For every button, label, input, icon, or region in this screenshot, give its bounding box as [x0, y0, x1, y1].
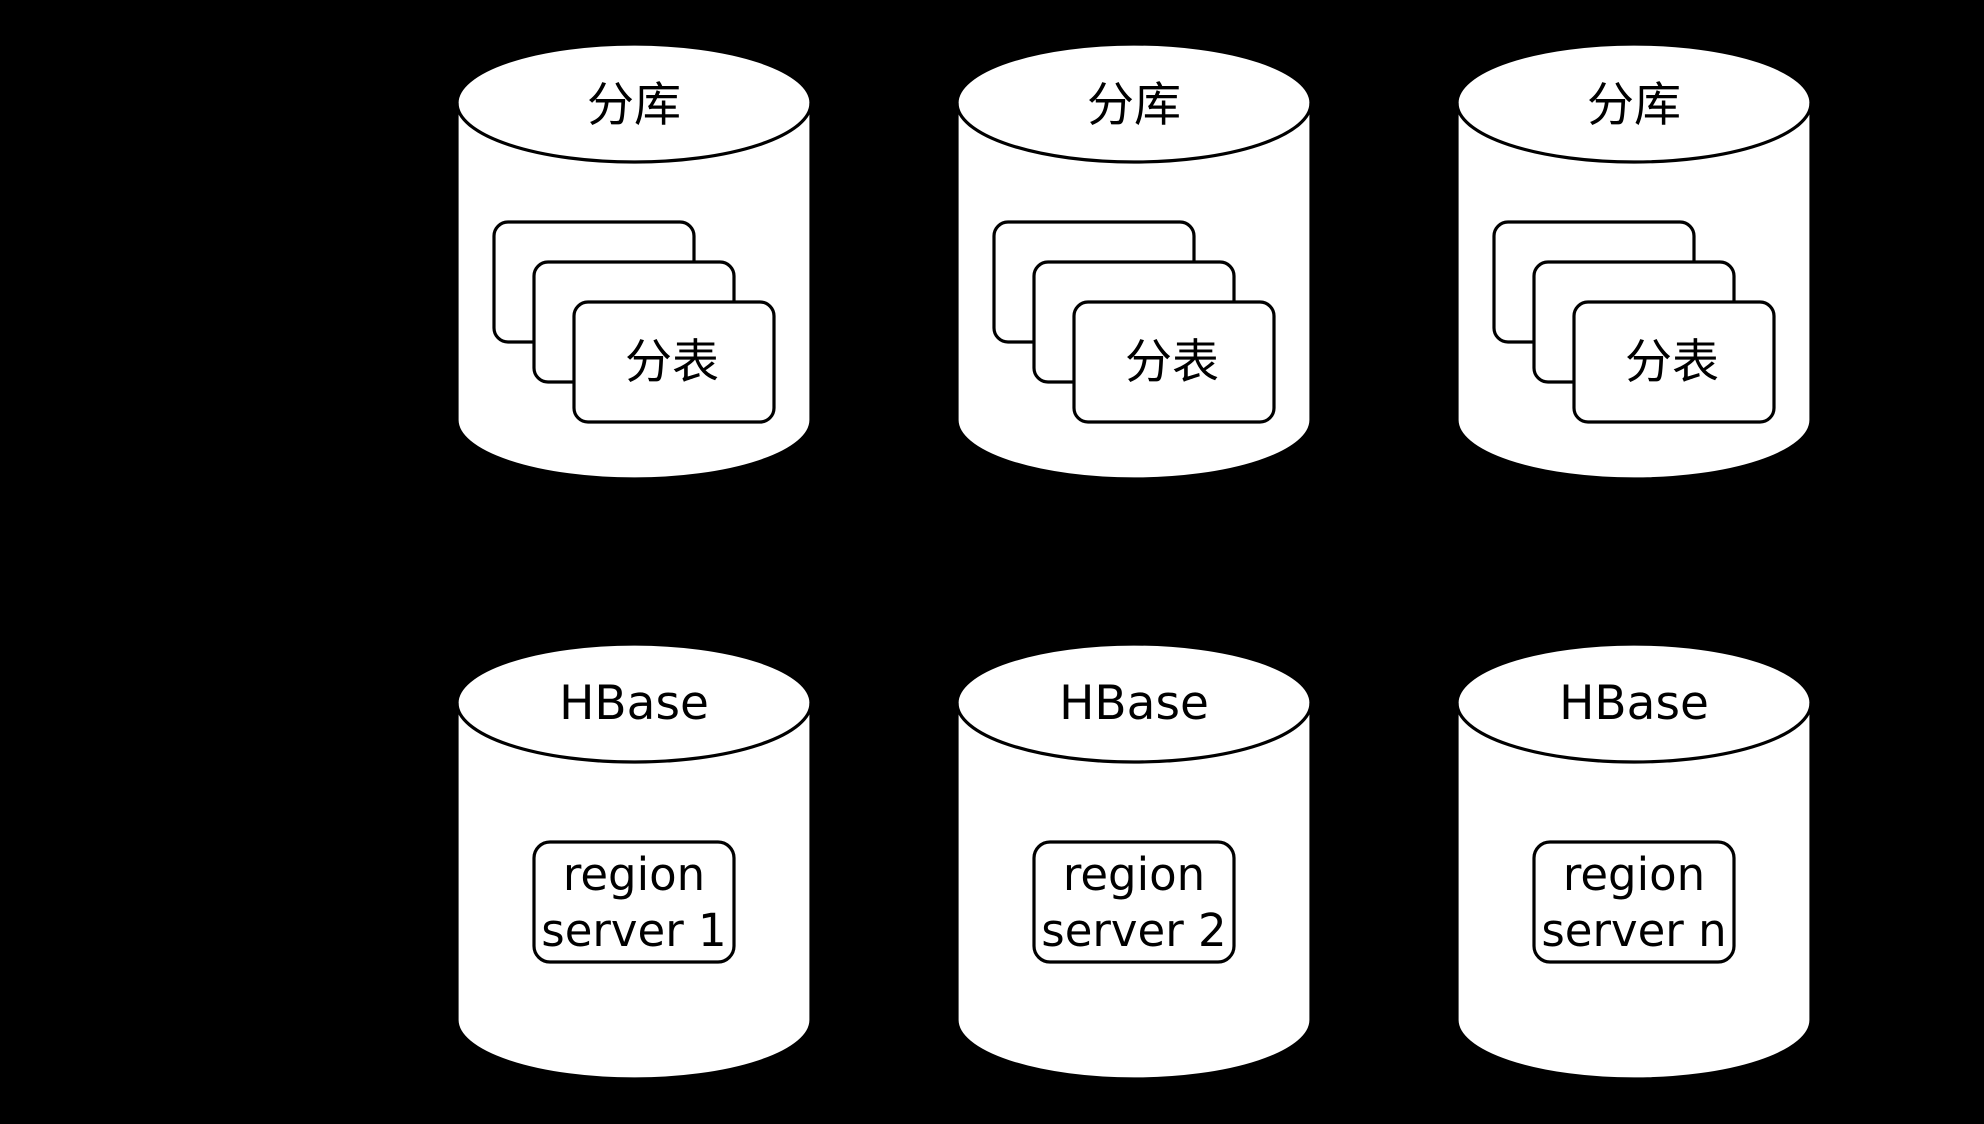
shard-database-3: 分库 分表 — [1455, 42, 1813, 481]
shard-database-2: 分库 分表 — [955, 42, 1313, 481]
hbase-node-1: HBase region server 1 — [455, 642, 813, 1081]
region-server-label-line1: region — [563, 848, 705, 901]
hbase-node-3: HBase region server n — [1455, 642, 1813, 1081]
database-label: 分库 — [1087, 78, 1181, 133]
database-label: HBase — [1059, 676, 1209, 731]
database-label: 分库 — [1587, 78, 1681, 133]
table-label: 分表 — [1625, 335, 1719, 390]
database-label: 分库 — [587, 78, 681, 133]
architecture-diagram: 分库 分表 分库 分表 分库 分表 HBase region server 1 … — [455, 42, 1813, 1081]
hbase-node-2: HBase region server 2 — [955, 642, 1313, 1081]
region-server-label-line2: server 1 — [541, 904, 726, 957]
region-server-label-line2: server n — [1541, 904, 1726, 957]
database-label: HBase — [1559, 676, 1709, 731]
database-label: HBase — [559, 676, 709, 731]
table-label: 分表 — [1125, 335, 1219, 390]
region-server-label-line2: server 2 — [1041, 904, 1226, 957]
table-label: 分表 — [625, 335, 719, 390]
region-server-label-line1: region — [1563, 848, 1705, 901]
shard-database-1: 分库 分表 — [455, 42, 813, 481]
region-server-label-line1: region — [1063, 848, 1205, 901]
